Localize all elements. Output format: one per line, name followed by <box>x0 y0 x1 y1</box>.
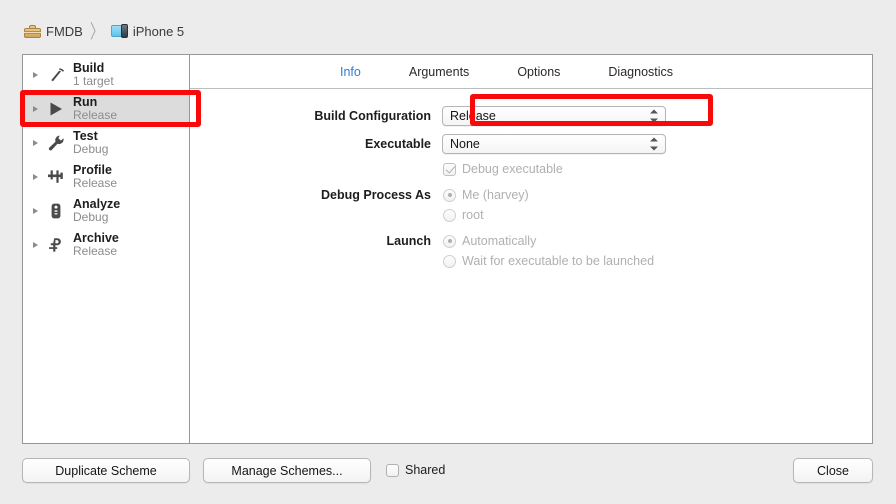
sidebar-item-subtitle: Debug <box>73 210 109 225</box>
sidebar-item-archive-text: Archive Release <box>73 231 119 258</box>
manage-schemes-button[interactable]: Manage Schemes... <box>203 458 371 483</box>
info-form: Build Configuration Release Executable N… <box>190 89 872 443</box>
executable-row: Executable None <box>190 134 872 154</box>
play-icon <box>45 98 67 120</box>
debug-process-as-option-me-label: Me (harvey) <box>462 188 529 202</box>
launch-option-automatically-label: Automatically <box>462 234 537 248</box>
sidebar-item-analyze-text: Analyze Debug <box>73 197 120 224</box>
launch-option-wait-label: Wait for executable to be launched <box>462 254 655 268</box>
tab-diagnostics[interactable]: Diagnostics <box>608 65 673 79</box>
wrench-icon <box>45 132 67 154</box>
scheme-editor-panel: Build 1 target Run Release Test Debug Pr… <box>22 54 873 444</box>
sidebar-item-profile-text: Profile Release <box>73 163 117 190</box>
sidebar-item-test[interactable]: Test Debug <box>23 126 189 160</box>
breadcrumb-project-label: FMDB <box>46 23 83 39</box>
launch-radio-wait[interactable] <box>443 254 456 268</box>
debug-process-as-radio-me[interactable] <box>443 188 456 202</box>
launch-row-wait: Wait for executable to be launched <box>190 254 872 268</box>
archive-icon <box>45 234 67 256</box>
scheme-detail-content: Info Arguments Options Diagnostics Build… <box>190 55 872 443</box>
executable-value: None <box>450 137 480 151</box>
debug-process-as-row-me: Debug Process As Me (harvey) <box>190 188 872 202</box>
tab-info[interactable]: Info <box>340 65 361 79</box>
hammer-icon <box>45 64 67 86</box>
sidebar-item-archive[interactable]: Archive Release <box>23 228 189 262</box>
sidebar-item-title: Analyze <box>73 197 121 212</box>
sidebar-item-subtitle: Debug <box>73 142 109 157</box>
disclosure-triangle-icon[interactable] <box>33 174 38 180</box>
close-button[interactable]: Close <box>793 458 873 483</box>
tab-bar: Info Arguments Options Diagnostics <box>190 55 872 89</box>
build-configuration-popup[interactable]: Release <box>442 106 666 126</box>
tab-arguments[interactable]: Arguments <box>409 65 469 79</box>
debug-process-as-row-root: root <box>190 208 872 222</box>
scheme-actions-sidebar: Build 1 target Run Release Test Debug Pr… <box>23 55 190 443</box>
disclosure-triangle-icon[interactable] <box>33 140 38 146</box>
executable-label: Executable <box>364 137 431 151</box>
tab-options[interactable]: Options <box>517 65 560 79</box>
launch-label: Launch <box>386 234 431 248</box>
disclosure-triangle-icon[interactable] <box>33 72 38 78</box>
sidebar-item-build[interactable]: Build 1 target <box>23 58 189 92</box>
debug-executable-checkbox[interactable] <box>443 162 456 176</box>
disclosure-triangle-icon[interactable] <box>33 106 38 112</box>
caliper-icon <box>45 166 67 188</box>
debug-executable-label: Debug executable <box>462 162 563 176</box>
executable-popup[interactable]: None <box>442 134 666 154</box>
launch-row-automatically: Launch Automatically <box>190 234 872 248</box>
sidebar-item-title: Profile <box>73 163 112 178</box>
debug-process-as-label: Debug Process As <box>321 188 431 202</box>
sidebar-item-subtitle: Release <box>73 176 118 191</box>
breadcrumb: FMDB 〉 iPhone 5 <box>24 20 185 42</box>
sidebar-item-run-text: Run Release <box>73 95 117 122</box>
sidebar-item-profile[interactable]: Profile Release <box>23 160 189 194</box>
sidebar-item-run[interactable]: Run Release <box>23 92 189 126</box>
sidebar-item-subtitle: 1 target <box>73 74 114 89</box>
build-configuration-row: Build Configuration Release <box>190 106 872 126</box>
sidebar-item-title: Test <box>73 129 98 144</box>
shared-checkbox[interactable] <box>386 463 399 477</box>
sidebar-item-test-text: Test Debug <box>73 129 108 156</box>
iphone-simulator-icon <box>110 24 128 38</box>
breadcrumb-destination[interactable]: iPhone 5 <box>110 23 185 39</box>
chevron-updown-icon <box>650 109 658 123</box>
breadcrumb-project[interactable]: FMDB <box>24 24 83 39</box>
shared-checkbox-group[interactable]: Shared <box>385 463 445 477</box>
sidebar-item-analyze[interactable]: Analyze Debug <box>23 194 189 228</box>
build-configuration-label: Build Configuration <box>314 109 431 123</box>
sidebar-item-title: Build <box>73 61 105 76</box>
shared-label: Shared <box>405 463 446 477</box>
debug-process-as-option-root-label: root <box>462 208 484 222</box>
sidebar-item-build-text: Build 1 target <box>73 61 114 88</box>
sidebar-item-title: Archive <box>73 231 119 246</box>
disclosure-triangle-icon[interactable] <box>33 208 38 214</box>
chevron-updown-icon <box>650 137 658 151</box>
debug-process-as-radio-root[interactable] <box>443 208 456 222</box>
disclosure-triangle-icon[interactable] <box>33 242 38 248</box>
toolbox-icon <box>24 24 41 38</box>
footer-bar: Duplicate Scheme Manage Schemes... Share… <box>0 458 896 488</box>
sidebar-item-subtitle: Release <box>73 108 118 123</box>
stethoscope-icon <box>45 200 67 222</box>
build-configuration-value: Release <box>450 109 496 123</box>
duplicate-scheme-button[interactable]: Duplicate Scheme <box>22 458 190 483</box>
breadcrumb-separator: 〉 <box>89 20 104 42</box>
breadcrumb-destination-label: iPhone 5 <box>132 23 185 39</box>
sidebar-item-subtitle: Release <box>73 244 118 259</box>
sidebar-item-title: Run <box>73 95 98 110</box>
debug-executable-row: Debug executable <box>190 162 872 176</box>
launch-radio-automatically[interactable] <box>443 234 456 248</box>
